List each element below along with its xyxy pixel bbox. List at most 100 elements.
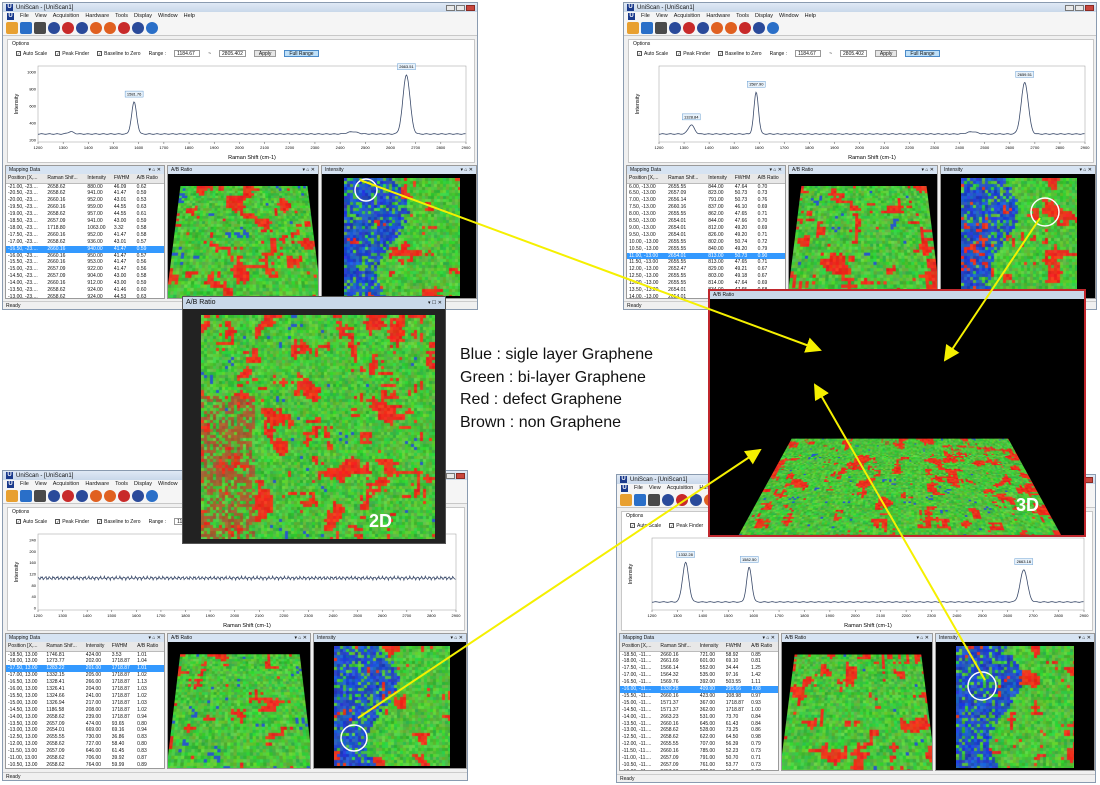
- pin-icon[interactable]: ▾ ⌂ ✕: [917, 634, 930, 642]
- column-header[interactable]: FWHM: [110, 642, 135, 651]
- table-row[interactable]: 12.50, -13.00 2655.55 803.00 49.18 0.67: [627, 273, 785, 280]
- table-row[interactable]: -16.00, -11.... 1330.28 409.00 295.66 1.08: [620, 686, 778, 693]
- minimize-button[interactable]: [1065, 5, 1074, 11]
- table-row[interactable]: 10.50, -13.00 2655.55 840.00 49.20 0.79: [627, 246, 785, 253]
- app-menu-icon[interactable]: U: [7, 481, 14, 488]
- checkbox-icon[interactable]: ✓: [97, 519, 102, 524]
- table-row[interactable]: -15.00, -23.... 2657.09 922.00 41.47 0.56: [6, 266, 164, 273]
- table-row[interactable]: -20.00, -23.... 2660.16 952.00 43.01 0.53: [6, 197, 164, 204]
- table-row[interactable]: -14.50, 13.00 1186.58 208.00 1718.87 1.02: [6, 707, 164, 714]
- lock-icon[interactable]: [34, 22, 46, 34]
- menu-item[interactable]: Hardware: [706, 13, 730, 19]
- pin-icon[interactable]: ▾ ⌂ ✕: [295, 634, 308, 642]
- column-header[interactable]: A/B Ratio: [135, 642, 164, 651]
- table-row[interactable]: 9.50, -13.00 2654.01 826.00 49.20 0.71: [627, 232, 785, 239]
- baseline-checkbox[interactable]: ✓Baseline to Zero: [97, 51, 140, 57]
- table-row[interactable]: -18.50, -23.... 2657.09 941.00 43.00 0.59: [6, 218, 164, 225]
- column-header[interactable]: Raman Shif...: [45, 174, 85, 183]
- auto-scale-checkbox[interactable]: ✓ Auto Scale: [637, 51, 668, 57]
- checkbox-icon[interactable]: ✓: [16, 519, 21, 524]
- menu-item[interactable]: Display: [134, 13, 152, 19]
- table-row[interactable]: -15.50, 13.00 1324.66 241.00 1718.87 1.02: [6, 693, 164, 700]
- table-row[interactable]: -13.50, -11.... 2660.16 645.00 61.43 0.84: [620, 721, 778, 728]
- settings-icon[interactable]: [76, 22, 88, 34]
- column-header[interactable]: FWHM: [733, 174, 756, 183]
- pin-icon[interactable]: ▾ ⌂ ✕: [922, 166, 935, 174]
- table-row[interactable]: -11.00, 13.00 2658.62 706.00 39.92 0.87: [6, 755, 164, 762]
- scan-icon[interactable]: [669, 22, 681, 34]
- menu-item[interactable]: Window: [158, 481, 178, 487]
- menu-item[interactable]: View: [649, 485, 661, 491]
- menu-item[interactable]: File: [641, 13, 650, 19]
- ab-ratio-map[interactable]: [167, 654, 311, 769]
- lock-icon[interactable]: [655, 22, 667, 34]
- lock-icon[interactable]: [648, 494, 660, 506]
- peak-finder-checkbox[interactable]: ✓ Peak Finder: [669, 523, 703, 529]
- column-header[interactable]: Position [X,...: [620, 642, 658, 651]
- pin-icon[interactable]: ▾ ⌂ ✕: [303, 166, 316, 174]
- table-row[interactable]: -12.50, -11.... 2658.62 622.00 64.50 0.98: [620, 734, 778, 741]
- menu-item[interactable]: Help: [184, 13, 195, 19]
- help-icon[interactable]: [146, 22, 158, 34]
- table-row[interactable]: 7.00, -13.00 2656.14 791.00 50.73 0.76: [627, 197, 785, 204]
- table-row[interactable]: -14.00, -23.... 2660.16 912.00 43.00 0.59: [6, 280, 164, 287]
- scan-icon[interactable]: [662, 494, 674, 506]
- table-row[interactable]: -17.50, -11.... 1566.14 552.00 34.44 1.25: [620, 665, 778, 672]
- column-header[interactable]: Intensity: [698, 642, 724, 651]
- table-row[interactable]: -19.00, -23.... 2658.62 957.00 44.55 0.61: [6, 211, 164, 218]
- checkbox-icon[interactable]: ✓: [676, 51, 681, 56]
- open-folder-icon[interactable]: [620, 494, 632, 506]
- auto-scale-checkbox[interactable]: ✓ Auto Scale: [630, 523, 661, 529]
- table-row[interactable]: -12.00, 13.00 2658.62 727.00 58.40 0.80: [6, 741, 164, 748]
- table-row[interactable]: -15.00, -11.... 1571.37 367.00 1718.87 0.93: [620, 700, 778, 707]
- table-row[interactable]: -11.50, 13.00 2657.09 646.00 61.45 0.83: [6, 748, 164, 755]
- checkbox-icon[interactable]: ✓: [55, 519, 60, 524]
- table-row[interactable]: -14.50, -23.... 2657.09 904.00 43.00 0.58: [6, 273, 164, 280]
- table-row[interactable]: -15.00, 13.00 1326.94 217.00 1718.87 1.03: [6, 700, 164, 707]
- checkbox-icon[interactable]: ✓: [16, 51, 21, 56]
- menu-item[interactable]: View: [35, 13, 47, 19]
- record-icon[interactable]: [132, 22, 144, 34]
- save-icon[interactable]: [634, 494, 646, 506]
- table-row[interactable]: 10.00, -13.00 2655.55 802.00 50.74 0.72: [627, 239, 785, 246]
- table-row[interactable]: 12.00, -13.00 2652.47 829.00 49.21 0.67: [627, 266, 785, 273]
- scan-icon[interactable]: [48, 490, 60, 502]
- peak-finder-checkbox[interactable]: ✓ Peak Finder: [55, 519, 89, 525]
- map-icon[interactable]: [104, 490, 116, 502]
- auto-scale-checkbox[interactable]: ✓ Auto Scale: [16, 519, 47, 525]
- table-row[interactable]: -13.00, -23.... 2658.62 924.00 44.53 0.63: [6, 294, 164, 299]
- checkbox-icon[interactable]: ✓: [97, 51, 102, 56]
- table-row[interactable]: -12.00, -11.... 2655.55 707.00 56.39 0.79: [620, 741, 778, 748]
- checkbox-icon[interactable]: ✓: [55, 51, 60, 56]
- lock-icon[interactable]: [34, 490, 46, 502]
- map-icon[interactable]: [725, 22, 737, 34]
- table-row[interactable]: 8.50, -13.00 2654.01 844.00 47.66 0.70: [627, 218, 785, 225]
- ab-ratio-3d-surface[interactable]: [730, 439, 1070, 537]
- full-range-button[interactable]: Full Range: [905, 50, 939, 57]
- menu-item[interactable]: Tools: [115, 13, 128, 19]
- table-row[interactable]: 9.00, -13.00 2654.01 812.00 49.20 0.69: [627, 225, 785, 232]
- column-header[interactable]: A/B Ratio: [756, 174, 785, 183]
- table-row[interactable]: 11.50, -13.00 2655.55 813.00 47.65 0.71: [627, 259, 785, 266]
- grid-icon[interactable]: [90, 490, 102, 502]
- ab-ratio-map[interactable]: [781, 654, 933, 771]
- table-row[interactable]: -10.50, 13.00 2658.62 764.00 59.99 0.89: [6, 762, 164, 769]
- table-row[interactable]: 6.50, -13.00 2657.09 823.00 50.73 0.73: [627, 190, 785, 197]
- help-icon[interactable]: [146, 490, 158, 502]
- table-row[interactable]: -16.00, 13.00 1326.41 204.00 1718.87 1.03: [6, 686, 164, 693]
- table-row[interactable]: -17.00, -23.... 2658.62 936.00 43.01 0.57: [6, 239, 164, 246]
- menu-item[interactable]: Display: [134, 481, 152, 487]
- auto-scale-checkbox[interactable]: ✓ Auto Scale: [16, 51, 47, 57]
- table-row[interactable]: -16.50, -23.... 2660.16 940.00 41.47 0.59: [6, 246, 164, 253]
- checkbox-icon[interactable]: ✓: [630, 523, 635, 528]
- close-button[interactable]: [466, 5, 475, 11]
- open-folder-icon[interactable]: [6, 22, 18, 34]
- table-row[interactable]: -20.50, -23.... 2658.62 941.00 41.47 0.59: [6, 190, 164, 197]
- table-row[interactable]: 13.00, -13.00 2655.55 814.00 47.64 0.69: [627, 280, 785, 287]
- close-scan-icon[interactable]: [739, 22, 751, 34]
- table-row[interactable]: -18.50, -11.... 2660.16 721.00 58.92 0.85: [620, 651, 778, 658]
- column-header[interactable]: Position [X,...: [6, 174, 45, 183]
- window-controls-icon[interactable]: ▾ ☐ ✕: [428, 297, 442, 309]
- pin-icon[interactable]: ▾ ⌂ ✕: [149, 634, 162, 642]
- menu-item[interactable]: Window: [158, 13, 178, 19]
